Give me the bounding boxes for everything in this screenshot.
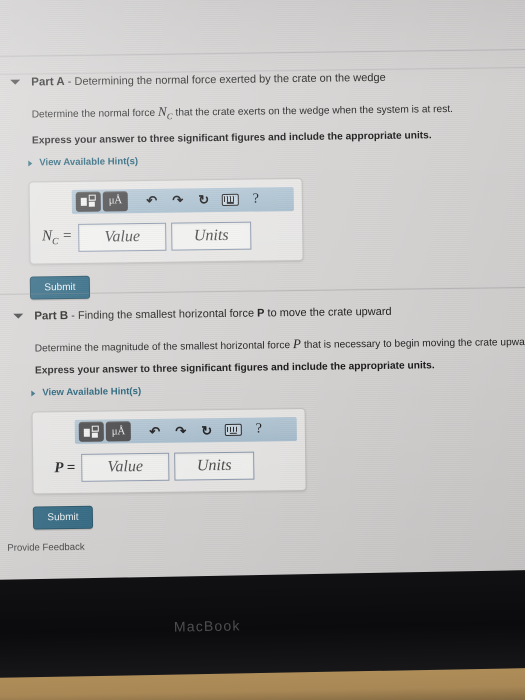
- macbook-photo: Part A - Determining the normal force ex…: [0, 0, 525, 700]
- part-a-separator: -: [64, 75, 75, 89]
- part-b-header[interactable]: Part B - Finding the smallest horizontal…: [0, 303, 525, 324]
- part-b-separator: -: [68, 309, 79, 323]
- part-b-description-post: to move the crate upward: [264, 305, 392, 320]
- part-a-prompt-post: that the crate exerts on the wedge when …: [172, 103, 454, 119]
- part-b-label: Part B: [34, 310, 69, 323]
- part-a-description: Determining the normal force exerted by …: [74, 71, 386, 88]
- part-b-description-pre: Finding the smallest horizontal force: [77, 307, 258, 322]
- math-template-icon: [80, 194, 96, 208]
- part-b-units-input[interactable]: Units: [174, 451, 255, 481]
- micro-angstrom-icon: μÅ: [108, 194, 122, 207]
- reset-icon: ↻: [201, 422, 213, 438]
- part-b-answer-box: μÅ ↶ ↷ ↻ ? P = Value Units: [31, 407, 307, 495]
- redo-icon: ↷: [172, 192, 184, 208]
- part-b-submit-button[interactable]: Submit: [32, 505, 94, 530]
- part-b-instruction: Express your answer to three significant…: [34, 360, 435, 377]
- part-a-answer-row: NC = Value Units: [30, 221, 302, 253]
- part-a-prompt-pre: Determine the normal force: [31, 107, 158, 121]
- part-b-hint-link[interactable]: View Available Hint(s): [31, 386, 141, 398]
- part-a-units-input[interactable]: Units: [171, 221, 252, 251]
- keyboard-button[interactable]: [221, 420, 245, 440]
- collapse-triangle-icon[interactable]: [10, 79, 21, 85]
- keyboard-icon: [224, 423, 242, 436]
- part-a-section: Part A - Determining the normal force ex…: [0, 69, 525, 300]
- help-button[interactable]: ?: [247, 419, 271, 439]
- part-b-prompt-pre: Determine the magnitude of the smallest …: [34, 340, 293, 355]
- part-b-section: Part B - Finding the smallest horizontal…: [0, 286, 525, 530]
- undo-button[interactable]: ↶: [143, 421, 167, 441]
- part-a-hint-label: View Available Hint(s): [39, 155, 139, 168]
- reset-button[interactable]: ↻: [192, 190, 216, 210]
- part-b-value-input[interactable]: Value: [81, 452, 170, 482]
- part-a-answer-box: μÅ ↶ ↷ ↻ ? NC = Value Units: [28, 177, 304, 265]
- question-mark-icon: ?: [255, 421, 263, 437]
- redo-icon: ↷: [175, 422, 187, 439]
- reset-button[interactable]: ↻: [195, 420, 219, 440]
- top-divider-1: [0, 48, 525, 57]
- math-template-button[interactable]: [78, 421, 104, 442]
- part-b-math-toolbar: μÅ ↶ ↷ ↻ ?: [74, 417, 297, 444]
- help-button[interactable]: ?: [244, 189, 268, 209]
- part-a-prompt: Determine the normal force NC that the c…: [32, 100, 525, 125]
- expand-triangle-icon: [28, 160, 33, 167]
- part-a-label: Part A: [31, 76, 65, 89]
- part-b-hint-label: View Available Hint(s): [42, 386, 142, 399]
- part-a-submit-button[interactable]: Submit: [29, 275, 91, 300]
- macbook-brand-text: MacBook: [173, 617, 241, 635]
- screen-bezel: MacBook: [0, 569, 525, 678]
- units-button[interactable]: μÅ: [105, 421, 131, 442]
- expand-triangle-icon: [31, 390, 36, 397]
- math-template-button[interactable]: [75, 191, 101, 212]
- part-a-value-input[interactable]: Value: [78, 222, 167, 252]
- part-a-math-toolbar: μÅ ↶ ↷ ↻ ?: [71, 186, 294, 214]
- units-button[interactable]: μÅ: [102, 190, 128, 212]
- keyboard-icon: [221, 193, 239, 206]
- part-a-instruction: Express your answer to three significant…: [31, 129, 432, 147]
- undo-icon: ↶: [149, 423, 161, 439]
- math-template-icon: [83, 425, 99, 438]
- micro-angstrom-icon: μÅ: [111, 424, 126, 437]
- part-a-hint-link[interactable]: View Available Hint(s): [28, 156, 138, 168]
- reset-icon: ↻: [198, 192, 210, 208]
- part-b-answer-symbol: P =: [54, 459, 76, 476]
- collapse-triangle-icon[interactable]: [13, 313, 24, 319]
- provide-feedback-link[interactable]: Provide Feedback: [7, 542, 84, 554]
- undo-icon: ↶: [146, 192, 158, 209]
- laptop-screen: Part A - Determining the normal force ex…: [0, 0, 525, 588]
- part-b-prompt-post: that is necessary to begin moving the cr…: [301, 336, 525, 351]
- undo-button[interactable]: ↶: [140, 190, 164, 210]
- part-b-answer-row: P = Value Units: [33, 451, 305, 483]
- redo-button[interactable]: ↷: [166, 190, 190, 210]
- part-a-answer-symbol: NC =: [41, 228, 73, 248]
- part-a-prompt-symbol: NC: [157, 103, 173, 122]
- keyboard-button[interactable]: [218, 189, 242, 209]
- part-b-prompt: Determine the magnitude of the smallest …: [35, 334, 525, 356]
- question-mark-icon: ?: [252, 191, 259, 207]
- redo-button[interactable]: ↷: [169, 420, 193, 440]
